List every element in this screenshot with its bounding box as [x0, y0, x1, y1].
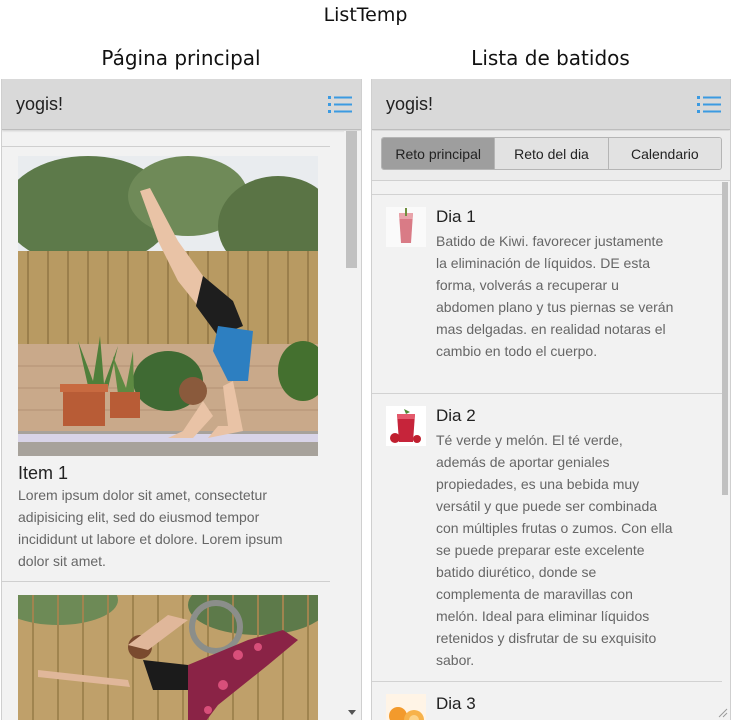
smoothie-thumbnail — [386, 207, 426, 247]
list-item-description: Té verde y melón. El té verde, además de… — [436, 432, 673, 668]
scrollbar[interactable] — [720, 182, 730, 720]
item-title: Item 1 — [18, 463, 69, 483]
scrollbar-thumb[interactable] — [346, 131, 357, 268]
list-item-title: Dia 1 — [436, 207, 476, 226]
page-title: ListTemp — [323, 4, 408, 26]
item-image[interactable] — [18, 595, 318, 720]
list-menu-icon[interactable] — [697, 96, 721, 113]
divider — [2, 146, 330, 147]
list-item-title: Dia 2 — [436, 406, 476, 425]
segmented-tabs: Reto principal Reto del dia Calendario — [381, 137, 722, 170]
scrollbar-thumb[interactable] — [722, 182, 728, 495]
list-item-title: Dia 3 — [436, 694, 476, 713]
scrollbar[interactable] — [344, 131, 361, 720]
pane-label-main: Página principal — [101, 46, 261, 70]
tab-reto-principal[interactable]: Reto principal — [382, 138, 496, 169]
item-image[interactable] — [18, 156, 318, 456]
pane-label-smoothies: Lista de batidos — [471, 46, 630, 70]
list-item[interactable]: Dia 2 Té verde y melón. El té verde, ade… — [372, 393, 722, 681]
list-item[interactable]: Dia 1 Batido de Kiwi. favorecer justamen… — [372, 194, 722, 394]
app-bar: yogis! — [2, 79, 361, 130]
smoothie-list-screen: yogis! Reto principal Reto del dia Calen… — [371, 79, 731, 720]
list-item[interactable]: Dia 3 — [372, 681, 722, 720]
tab-calendario[interactable]: Calendario — [608, 138, 721, 169]
smoothie-thumbnail — [386, 694, 426, 720]
tab-reto-del-dia[interactable]: Reto del dia — [495, 138, 609, 169]
resize-grip-icon[interactable] — [716, 706, 728, 718]
tab-bar: Reto principal Reto del dia Calendario — [372, 131, 730, 181]
smoothie-thumbnail — [386, 406, 426, 446]
main-page-screen: yogis! Item 1 Lorem ipsum dolor sit amet… — [1, 79, 362, 720]
scroll-down-arrow-icon[interactable] — [348, 710, 356, 715]
divider — [2, 581, 330, 582]
smoothie-list[interactable]: Dia 1 Batido de Kiwi. favorecer justamen… — [372, 182, 722, 720]
app-brand: yogis! — [16, 94, 64, 114]
list-item-description: Batido de Kiwi. favorecer justamente la … — [436, 233, 674, 359]
app-brand: yogis! — [386, 94, 434, 114]
item-description: Lorem ipsum dolor sit amet, consectetur … — [18, 487, 283, 569]
list-menu-icon[interactable] — [328, 96, 352, 113]
app-bar: yogis! — [372, 79, 730, 130]
item-list[interactable]: Item 1 Lorem ipsum dolor sit amet, conse… — [2, 131, 346, 720]
